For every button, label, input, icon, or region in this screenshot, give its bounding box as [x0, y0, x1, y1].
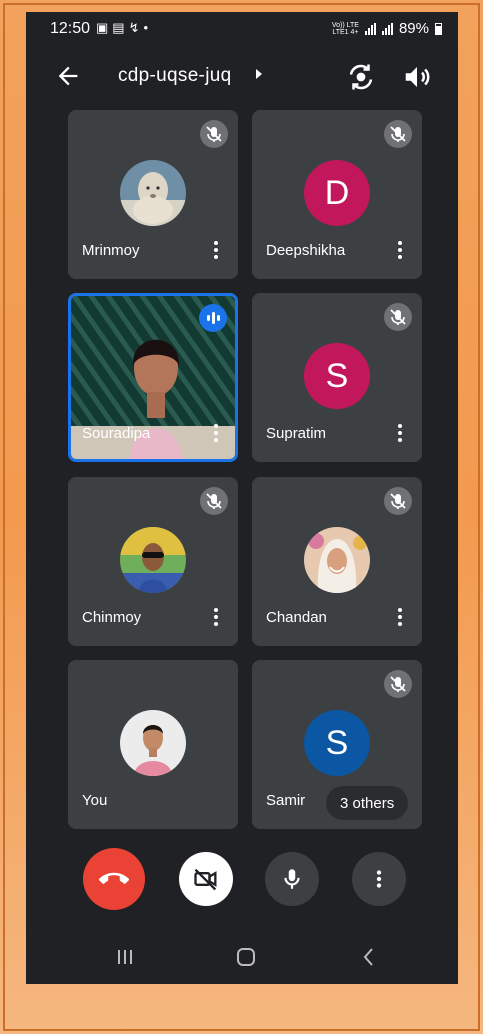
more-vert-icon[interactable]	[390, 421, 410, 445]
more-vert-icon[interactable]	[206, 238, 226, 262]
microphone-icon[interactable]	[265, 852, 319, 906]
battery-percent: 89%	[398, 20, 429, 37]
notification-icons: ▣▤↯•	[96, 20, 152, 36]
more-options-icon[interactable]	[352, 852, 406, 906]
avatar-letter: D	[304, 160, 370, 226]
status-bar: 12:50 ▣▤↯• Vo)) LTE LTE1 4+ 89%	[26, 12, 458, 46]
participant-name: Chinmoy	[82, 609, 142, 626]
missed-call-icon: ↯	[128, 20, 144, 35]
avatar-initial: S	[325, 357, 349, 395]
meeting-code[interactable]: cdp-uqse-juq	[118, 65, 231, 87]
others-count-chip[interactable]: 3 others	[326, 786, 409, 820]
caret-right-icon[interactable]	[256, 69, 262, 79]
participant-tile[interactable]: Chinmoy	[68, 477, 238, 646]
avatar-initial: S	[325, 724, 349, 762]
home-icon[interactable]	[231, 942, 261, 972]
avatar-photo	[304, 527, 370, 593]
speaker-icon[interactable]	[402, 62, 432, 92]
avatar-photo	[120, 710, 186, 776]
participant-tile[interactable]: Chandan	[252, 477, 422, 646]
back-icon[interactable]	[354, 942, 384, 972]
mic-off-icon	[384, 303, 412, 331]
message-icon: ▤	[112, 20, 129, 35]
signal-icon-2	[381, 22, 393, 35]
status-time: 12:50	[50, 20, 91, 37]
avatar-photo	[120, 160, 186, 226]
camera-off-icon[interactable]	[179, 852, 233, 906]
participant-tile[interactable]: D Deepshikha	[252, 110, 422, 279]
status-right: Vo)) LTE LTE1 4+ 89%	[332, 20, 442, 37]
participant-name: Supratim	[266, 425, 327, 442]
end-call-icon[interactable]	[83, 848, 145, 910]
participant-name: You	[82, 792, 108, 809]
mic-off-icon	[200, 487, 228, 515]
arrow-back-icon[interactable]	[54, 62, 82, 90]
more-vert-icon[interactable]	[390, 605, 410, 629]
recent-apps-icon[interactable]	[110, 942, 140, 972]
battery-icon	[435, 22, 442, 35]
participant-name: Deepshikha	[266, 242, 346, 259]
more-vert-icon[interactable]	[390, 238, 410, 262]
participant-tile[interactable]: S Samir 3 others	[252, 660, 422, 829]
dot-icon: •	[143, 20, 153, 35]
signal-icon	[364, 22, 376, 35]
more-vert-icon[interactable]	[206, 605, 226, 629]
mic-off-icon	[384, 487, 412, 515]
avatar-photo	[120, 527, 186, 593]
participant-tile[interactable]: S Supratim	[252, 293, 422, 462]
network-icon: Vo)) LTE LTE1 4+	[331, 21, 359, 36]
speaking-indicator-icon	[199, 304, 227, 332]
navigation-bar	[26, 928, 458, 984]
phone-screen: 12:50 ▣▤↯• Vo)) LTE LTE1 4+ 89% cdp-uqse-…	[26, 12, 458, 984]
mic-off-icon	[200, 120, 228, 148]
image-icon: ▣	[96, 20, 113, 35]
participant-tile-self[interactable]: You	[68, 660, 238, 829]
participant-name: Samir	[266, 792, 306, 809]
mic-off-icon	[384, 670, 412, 698]
participant-name: Souradipa	[82, 425, 151, 442]
more-vert-icon[interactable]	[206, 421, 226, 445]
participant-tile[interactable]: Mrinmoy	[68, 110, 238, 279]
avatar-letter: S	[304, 343, 370, 409]
participant-name: Mrinmoy	[82, 242, 140, 259]
avatar-initial: D	[324, 174, 350, 212]
avatar-letter: S	[304, 710, 370, 776]
switch-camera-icon[interactable]	[346, 62, 376, 92]
participant-name: Chandan	[266, 609, 327, 626]
participant-tile-active[interactable]: Souradipa	[68, 293, 238, 462]
call-controls	[26, 848, 458, 910]
mic-off-icon	[384, 120, 412, 148]
meeting-header: cdp-uqse-juq	[26, 52, 458, 100]
